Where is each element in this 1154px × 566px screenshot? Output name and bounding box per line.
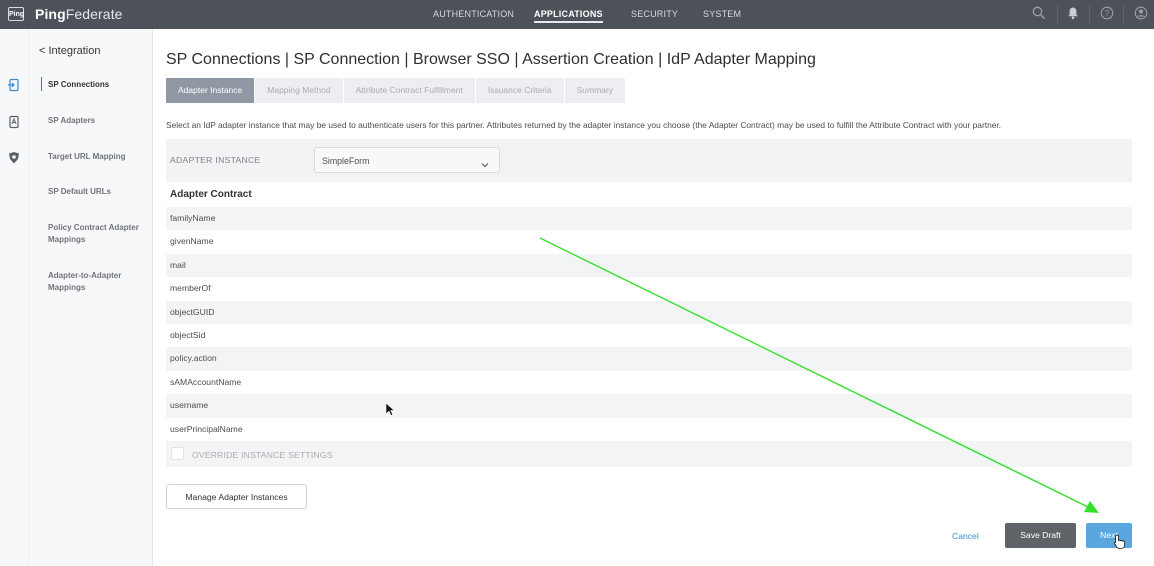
sidebar-item-sp-connections[interactable]: SP Connections <box>48 79 148 91</box>
adapter-instance-row: ADAPTER INSTANCE SimpleForm <box>166 139 1132 182</box>
topbar-divider <box>1057 5 1058 24</box>
sidebar-item-adapter-to-adapter-mappings[interactable]: Adapter-to-Adapter Mappings <box>48 270 148 294</box>
sidebar-item-sp-default-urls[interactable]: SP Default URLs <box>48 186 148 198</box>
list-item: mail <box>166 253 1132 278</box>
user-icon[interactable] <box>1134 6 1148 23</box>
list-item: memberOf <box>170 283 211 294</box>
adapter-instance-label: ADAPTER INSTANCE <box>170 155 261 165</box>
topbar-divider <box>1089 5 1090 24</box>
override-instance-settings-checkbox[interactable] <box>171 447 184 460</box>
manage-adapter-instances-button[interactable]: Manage Adapter Instances <box>166 484 307 509</box>
adapter-instance-value: SimpleForm <box>322 156 370 166</box>
ping-logo-icon: Ping <box>8 7 24 21</box>
adapter-instance-select[interactable]: SimpleForm <box>314 147 500 173</box>
shield-icon[interactable] <box>7 151 21 165</box>
sidebar-item-policy-contract-adapter-mappings[interactable]: Policy Contract Adapter Mappings <box>48 222 148 246</box>
cancel-link[interactable]: Cancel <box>952 531 979 541</box>
chevron-down-icon <box>481 156 489 168</box>
tab-adapter-instance[interactable]: Adapter Instance <box>166 78 256 103</box>
search-icon[interactable] <box>1032 6 1046 23</box>
nav-authentication[interactable]: AUTHENTICATION <box>433 9 514 19</box>
adapter-contract-heading: Adapter Contract <box>170 189 252 200</box>
list-item: objectSid <box>170 329 206 340</box>
page-description: Select an IdP adapter instance that may … <box>166 120 1002 130</box>
list-item: userPrincipalName <box>170 423 243 434</box>
bell-icon[interactable] <box>1067 6 1079 23</box>
adapter-contract-list: familyName givenName mail memberOf objec… <box>166 207 1132 441</box>
tab-summary[interactable]: Summary <box>564 78 626 103</box>
product-name: PingFederate <box>35 6 123 22</box>
page-title: SP Connections | SP Connection | Browser… <box>166 51 816 68</box>
brand-bold: Ping <box>35 6 66 22</box>
integration-side-nav: < Integration SP Connections SP Adapters… <box>29 29 153 566</box>
sidebar-item-sp-adapters[interactable]: SP Adapters <box>48 115 148 127</box>
tab-attribute-contract-fulfillment[interactable]: Attribute Contract Fulfillment <box>343 78 476 103</box>
nav-security[interactable]: SECURITY <box>631 9 678 19</box>
adapters-icon[interactable] <box>7 115 21 129</box>
top-navigation-bar: Ping PingFederate AUTHENTICATION APPLICA… <box>0 0 1154 29</box>
active-indicator <box>41 77 42 91</box>
list-item: policy.action <box>166 347 1132 371</box>
list-item: username <box>166 394 1132 418</box>
nav-system[interactable]: SYSTEM <box>703 9 741 19</box>
tab-mapping-method[interactable]: Mapping Method <box>255 78 344 103</box>
wizard-tabs: Adapter Instance Mapping Method Attribut… <box>166 78 626 103</box>
next-button[interactable]: Next <box>1086 523 1132 548</box>
list-item: givenName <box>170 236 214 247</box>
annotation-arrow-head <box>1084 501 1099 513</box>
topbar-divider <box>1123 5 1124 24</box>
icon-rail <box>0 29 29 566</box>
list-item: familyName <box>166 207 1132 231</box>
svg-text:?: ? <box>1105 9 1110 18</box>
sidebar-item-target-url-mapping[interactable]: Target URL Mapping <box>48 151 148 163</box>
list-item: objectGUID <box>166 300 1132 324</box>
list-item: sAMAccountName <box>170 376 242 387</box>
nav-applications[interactable]: APPLICATIONS <box>534 9 603 23</box>
help-icon[interactable]: ? <box>1100 6 1114 23</box>
save-draft-button[interactable]: Save Draft <box>1005 523 1076 548</box>
override-instance-settings-label: OVERRIDE INSTANCE SETTINGS <box>192 450 333 460</box>
brand-light: Federate <box>65 6 123 22</box>
connections-icon[interactable] <box>7 78 21 92</box>
back-to-integration-link[interactable]: < Integration <box>39 45 100 57</box>
override-instance-settings-row: OVERRIDE INSTANCE SETTINGS <box>166 441 1132 467</box>
tab-issuance-criteria[interactable]: Issuance Criteria <box>475 78 565 103</box>
